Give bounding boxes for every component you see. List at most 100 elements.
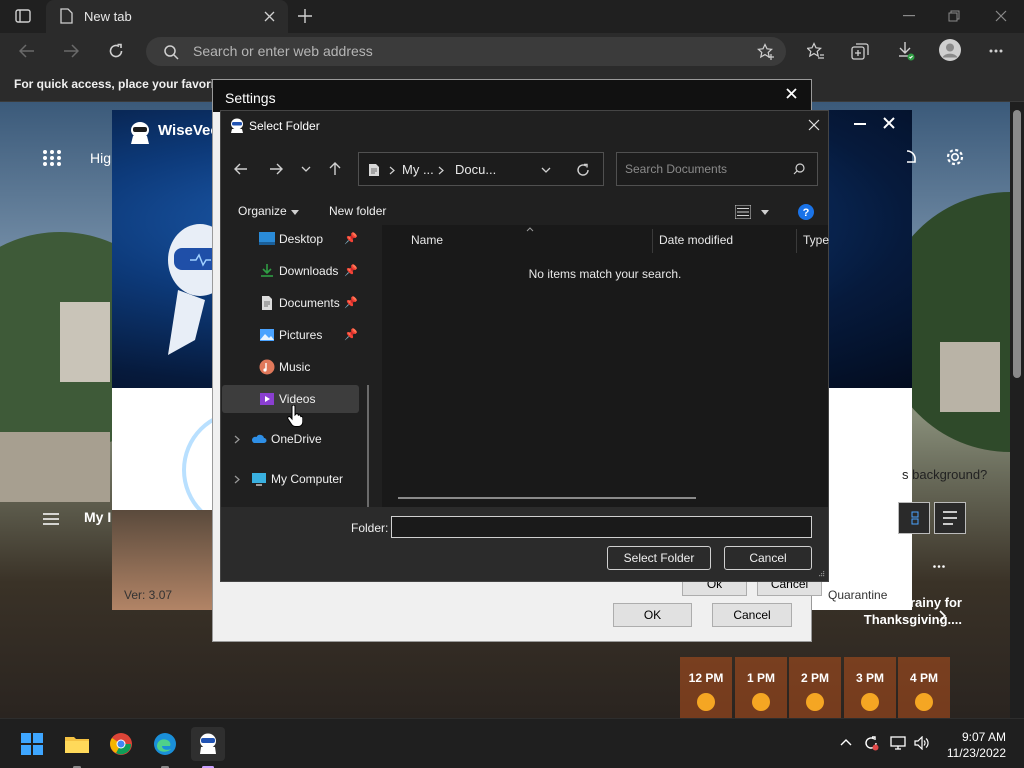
breadcrumb-segment[interactable]: My ... (402, 162, 434, 177)
select-folder-footer: Folder: Select Folder Cancel (221, 507, 828, 581)
hour-label: 12 PM (688, 671, 724, 685)
hour-card[interactable]: 2 PM (789, 657, 841, 719)
favorites-icon[interactable] (806, 41, 826, 61)
nav-item-label: Downloads (279, 264, 339, 278)
wisevector-nav-label[interactable]: Hig (90, 150, 111, 166)
hour-card[interactable]: 4 PM (898, 657, 950, 719)
cancel-button[interactable]: Cancel (724, 546, 812, 570)
expand-chevron-icon[interactable] (233, 434, 241, 444)
page-scrollbar-thumb[interactable] (1013, 110, 1021, 378)
navigation-pane: Desktop 📌 Downloads 📌 Documents 📌 Pictur… (221, 225, 381, 581)
hour-card[interactable]: 12 PM (680, 657, 732, 719)
nav-item-desktop[interactable]: Desktop 📌 (222, 225, 359, 253)
hour-card[interactable]: 3 PM (844, 657, 896, 719)
nav-item-label: Desktop (279, 232, 324, 246)
close-tab-icon[interactable] (262, 9, 276, 23)
view-options-icon[interactable] (734, 204, 752, 220)
page-scrollbar[interactable] (1010, 102, 1024, 718)
breadcrumb-segment[interactable]: Docu... (455, 162, 496, 177)
wv-close-icon[interactable] (881, 115, 897, 131)
expand-chevron-icon[interactable] (233, 474, 241, 484)
hamburger-menu-icon[interactable] (42, 512, 60, 526)
view-dropdown-icon[interactable] (760, 208, 770, 216)
tree-item-label: My Computer (271, 472, 344, 486)
nav-item-downloads[interactable]: Downloads 📌 (222, 257, 359, 285)
address-dropdown-chevron-icon[interactable] (539, 165, 553, 175)
close-window-icon[interactable] (994, 9, 1008, 23)
notification-bell-icon[interactable] (903, 147, 921, 167)
tab-actions-icon[interactable] (14, 8, 32, 24)
address-bar[interactable]: Search or enter web address (146, 37, 786, 66)
chrome-taskbar-button[interactable] (104, 727, 138, 761)
sun-icon (861, 693, 879, 711)
nav-item-label: Music (279, 360, 311, 374)
edge-taskbar-button[interactable] (148, 727, 182, 768)
refresh-folder-icon[interactable] (575, 162, 591, 178)
file-list-horizontal-scrollbar[interactable] (398, 497, 696, 499)
address-placeholder: Search or enter web address (193, 43, 373, 59)
settings-gear-icon[interactable] (944, 146, 966, 168)
tree-item-onedrive[interactable]: OneDrive (222, 425, 359, 453)
resize-grip-icon[interactable] (817, 569, 825, 577)
column-separator[interactable] (796, 229, 797, 253)
add-favorite-icon[interactable] (756, 42, 776, 62)
background-question: s background? (902, 467, 988, 482)
show-hidden-icons-chevron[interactable] (839, 737, 853, 747)
settings-cancel-button[interactable]: Cancel (712, 603, 792, 627)
profile-avatar-icon[interactable] (938, 38, 962, 62)
clock-date[interactable]: 11/23/2022 (930, 746, 1006, 760)
new-tab-icon[interactable] (296, 7, 314, 25)
documents-icon (259, 295, 275, 311)
column-header-type[interactable]: Type (803, 233, 829, 247)
grid-view-button[interactable] (898, 502, 930, 534)
new-folder-button[interactable]: New folder (329, 204, 386, 218)
wv-minimize-icon[interactable] (852, 118, 868, 130)
column-header-name[interactable]: Name (411, 233, 443, 247)
select-folder-close-icon[interactable] (807, 118, 821, 132)
navigation-bar: My ... Docu... Search Documents (221, 141, 828, 199)
folder-name-input[interactable] (391, 516, 812, 538)
network-icon[interactable] (889, 735, 907, 751)
more-options-icon[interactable] (986, 42, 1006, 60)
forward-icon[interactable] (62, 42, 80, 60)
search-documents-input[interactable]: Search Documents (616, 152, 818, 186)
restore-icon[interactable] (947, 9, 961, 23)
back-arrow-icon[interactable] (232, 161, 250, 177)
list-view-button[interactable] (934, 502, 966, 534)
back-icon[interactable] (18, 42, 36, 60)
settings-ok-button[interactable]: OK (613, 603, 692, 627)
downloads-status-icon[interactable] (896, 40, 916, 62)
quarantine-link[interactable]: Quarantine (828, 588, 887, 602)
up-arrow-icon[interactable] (327, 160, 343, 178)
taskbar: 9:07 AM 11/23/2022 (0, 718, 1024, 768)
volume-icon[interactable] (913, 735, 931, 751)
chevron-right-icon[interactable] (937, 609, 949, 623)
start-button[interactable] (15, 727, 49, 761)
recent-locations-chevron-icon[interactable] (299, 163, 313, 175)
breadcrumb[interactable]: My ... Docu... (358, 152, 604, 186)
settings-close-icon[interactable] (783, 85, 799, 101)
select-folder-button[interactable]: Select Folder (607, 546, 711, 570)
forward-arrow-icon[interactable] (267, 161, 285, 177)
collections-icon[interactable] (850, 41, 870, 61)
wisevector-taskbar-button[interactable] (191, 727, 225, 768)
nav-item-pictures[interactable]: Pictures 📌 (222, 321, 359, 349)
nav-item-music[interactable]: Music (222, 353, 359, 381)
column-header-date-modified[interactable]: Date modified (659, 233, 733, 247)
hour-card[interactable]: 1 PM (735, 657, 787, 719)
refresh-icon[interactable] (106, 41, 126, 61)
nav-item-documents[interactable]: Documents 📌 (222, 289, 359, 317)
tree-item-my-computer[interactable]: My Computer (222, 465, 359, 493)
organize-button[interactable]: Organize (238, 204, 287, 218)
more-dots-icon[interactable] (932, 563, 946, 569)
organize-dropdown-icon[interactable] (290, 208, 300, 216)
help-icon[interactable]: ? (797, 203, 815, 221)
column-separator[interactable] (652, 229, 653, 253)
minimize-icon[interactable] (902, 9, 916, 23)
clock-time[interactable]: 9:07 AM (940, 730, 1006, 744)
sync-tray-icon[interactable] (862, 734, 880, 752)
pin-icon: 📌 (344, 233, 358, 245)
file-explorer-taskbar-button[interactable] (60, 727, 94, 768)
grid-menu-icon[interactable] (42, 149, 62, 167)
tab-new-tab[interactable]: New tab (46, 0, 288, 33)
